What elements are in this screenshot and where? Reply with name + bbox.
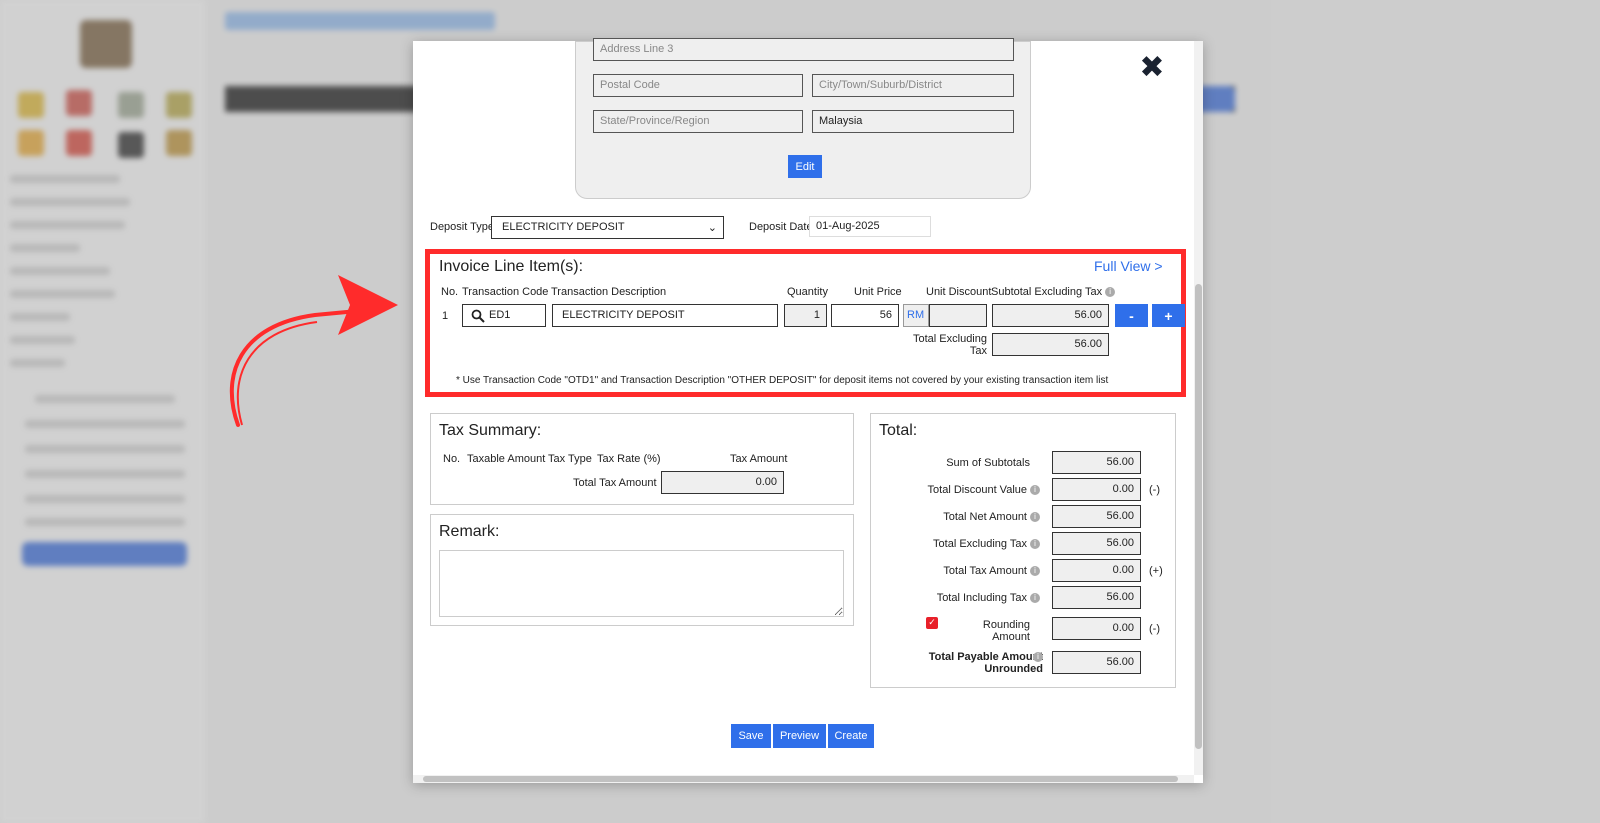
total-tax-amount-output: 0.00 [1052,559,1141,582]
add-row-button[interactable]: + [1152,304,1185,327]
deposit-type-value: ELECTRICITY DEPOSIT [502,221,625,233]
total-excluding-tax-output: 56.00 [1052,532,1141,555]
total-net-output: 56.00 [1052,505,1141,528]
create-button[interactable]: Create [828,724,874,748]
total-tax-amount-label: Total Tax Amount [943,565,1027,577]
subtotal-output: 56.00 [992,304,1109,327]
line-items-note: * Use Transaction Code "OTD1" and Transa… [456,375,1109,386]
col-discount: Unit Discount [926,286,992,298]
totals-row-label: Total Net Amount i [870,511,1040,523]
col-no: No. [441,286,459,298]
remove-row-button[interactable]: - [1115,304,1148,327]
currency-badge: RM [903,304,929,327]
totals-row-label: Total Discount Value i [870,484,1040,496]
tax-col-amount: Tax Amount [730,453,788,465]
total-net-label: Total Net Amount [943,511,1027,523]
search-icon[interactable] [471,309,485,323]
transaction-code-input[interactable]: ED1 [462,304,546,327]
preview-button[interactable]: Preview [773,724,826,748]
rounding-suffix: (-) [1149,623,1160,635]
transaction-description-input[interactable]: ELECTRICITY DEPOSIT [552,304,778,327]
total-tax-output: 0.00 [661,471,784,494]
postal-code-input[interactable]: Postal Code [593,74,803,97]
totals-row-label: Total Including Tax i [870,592,1040,604]
totals-row-label: Total Tax Amount i [870,565,1040,577]
sum-subtotals-output: 56.00 [1052,451,1141,474]
info-icon[interactable]: i [1105,287,1116,298]
chevron-down-icon: ⌄ [707,221,717,234]
tax-col-no: No. [443,453,461,465]
modal-vertical-scrollbar[interactable] [1194,41,1203,775]
unit-price-input[interactable]: 56 [831,304,899,327]
total-discount-output: 0.00 [1052,478,1141,501]
state-input[interactable]: State/Province/Region [593,110,803,133]
line-items-title: Invoice Line Item(s): [439,258,584,275]
deposit-type-label: Deposit Type [430,221,495,233]
city-input[interactable]: City/Town/Suburb/District [812,74,1014,97]
tax-col-type: Tax Type [548,453,592,465]
total-excluding-tax-label: Total Excluding Tax [933,538,1027,550]
totals-row-label: Total Excluding Tax i [870,538,1040,550]
annotation-arrow-icon [229,275,398,427]
modal-horizontal-scrollbar[interactable] [413,775,1194,783]
save-button[interactable]: Save [731,724,771,748]
edit-address-button[interactable]: Edit [788,155,822,178]
total-tax-amount-suffix: (+) [1149,565,1163,577]
totals-title: Total: [879,422,918,439]
transaction-code-value: ED1 [489,309,511,321]
col-qty: Quantity [787,286,828,298]
total-excl-tax-label: Total Excluding Tax [913,333,987,357]
info-icon[interactable]: i [1030,593,1040,604]
tax-col-taxable: Taxable Amount [467,453,546,465]
tax-summary-title: Tax Summary: [439,422,542,439]
remark-title: Remark: [439,523,500,540]
total-including-tax-label: Total Including Tax [936,592,1027,604]
sum-subtotals-label: Sum of Subtotals [946,457,1030,469]
col-code: Transaction Code [462,286,549,298]
total-including-tax-output: 56.00 [1052,586,1141,609]
info-icon[interactable]: i [1030,539,1040,550]
total-discount-label: Total Discount Value [927,484,1027,496]
payable-label-text: Total Payable Amount Unrounded [928,651,1043,675]
horizontal-scroll-thumb[interactable] [423,776,1178,782]
address-line3-input[interactable]: Address Line 3 [593,38,1014,61]
deposit-date-label: Deposit Date [749,221,813,233]
deposit-date-input[interactable]: 01-Aug-2025 [809,216,931,237]
full-view-link[interactable]: Full View > [1094,258,1163,274]
rounding-label: Rounding Amount [982,619,1030,643]
info-icon[interactable]: i [1030,512,1040,523]
info-icon[interactable]: i [1030,566,1040,577]
total-tax-label: Total Tax Amount [573,477,657,489]
close-icon[interactable]: ✖ [1137,53,1167,83]
quantity-input[interactable]: 1 [784,304,827,327]
country-input[interactable]: Malaysia [812,110,1014,133]
payable-label: Total Payable Amount Unrounded [910,651,1045,675]
deposit-type-select[interactable]: ELECTRICITY DEPOSIT ⌄ [491,216,724,239]
rounding-output: 0.00 [1052,617,1141,640]
col-desc: Transaction Description [551,286,667,298]
col-price: Unit Price [854,286,902,298]
payable-output: 56.00 [1052,651,1141,674]
info-icon[interactable]: i [1033,652,1043,662]
rounding-checkbox[interactable]: ✓ [926,617,938,629]
unit-discount-input[interactable] [929,304,987,327]
row-no: 1 [442,310,449,322]
remark-textarea[interactable] [439,550,844,617]
info-icon[interactable]: i [1030,485,1040,496]
tax-col-rate: Tax Rate (%) [597,453,661,465]
col-subtotal: Subtotal Excluding Tax i [991,286,1116,298]
col-subtotal-label: Subtotal Excluding Tax [991,286,1103,298]
total-discount-suffix: (-) [1149,484,1160,496]
vertical-scroll-thumb[interactable] [1195,284,1202,749]
totals-row-label: Sum of Subtotals [870,457,1030,469]
total-excl-tax-output: 56.00 [992,333,1109,356]
